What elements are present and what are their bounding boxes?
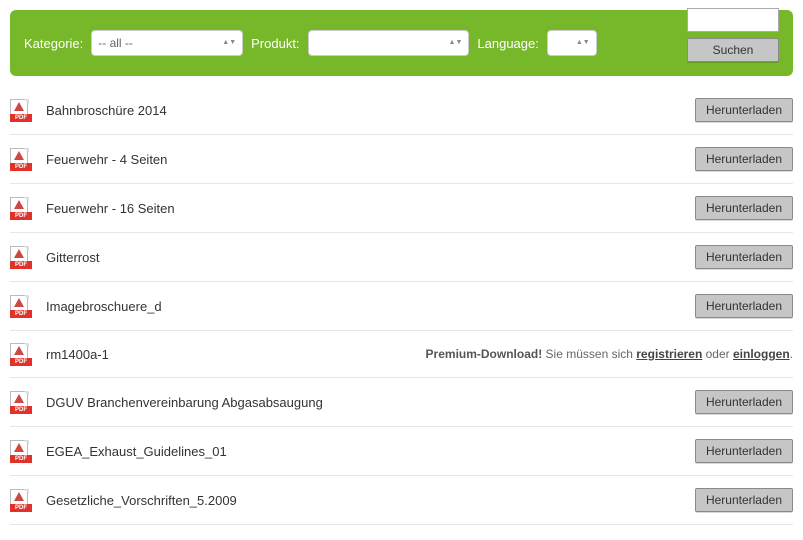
download-button[interactable]: Herunterladen: [695, 439, 793, 463]
pdf-icon: PDF: [10, 440, 30, 462]
login-link[interactable]: einloggen: [733, 347, 790, 361]
product-select[interactable]: ▲▼: [308, 30, 470, 56]
doc-title: Feuerwehr - 4 Seiten: [46, 152, 167, 167]
list-item: PDF Imagebroschuere_d Herunterladen: [10, 282, 793, 331]
list-item: PDF Feuerwehr - 4 Seiten Herunterladen: [10, 135, 793, 184]
download-button[interactable]: Herunterladen: [695, 390, 793, 414]
download-button[interactable]: Herunterladen: [695, 245, 793, 269]
chevron-updown-icon: ▲▼: [449, 40, 463, 46]
download-button[interactable]: Herunterladen: [695, 294, 793, 318]
doc-title: Imagebroschuere_d: [46, 299, 162, 314]
register-link[interactable]: registrieren: [636, 347, 702, 361]
language-select[interactable]: ▲▼: [547, 30, 597, 56]
pdf-icon: PDF: [10, 197, 30, 219]
product-label: Produkt:: [251, 36, 299, 51]
download-button[interactable]: Herunterladen: [695, 196, 793, 220]
pdf-icon: PDF: [10, 148, 30, 170]
filter-bar: Kategorie: -- all -- ▲▼ Produkt: ▲▼ Lang…: [10, 10, 793, 76]
list-item: PDF EGEA_Exhaust_Guidelines_01 Herunterl…: [10, 427, 793, 476]
list-item: PDF Feuerwehr - 16 Seiten Herunterladen: [10, 184, 793, 233]
list-item: PDF Gitterrost Herunterladen: [10, 233, 793, 282]
download-button[interactable]: Herunterladen: [695, 98, 793, 122]
list-item: PDF Bahnbroschüre 2014 Herunterladen: [10, 86, 793, 135]
chevron-updown-icon: ▲▼: [222, 40, 236, 46]
doc-title: DGUV Branchenvereinbarung Abgasabsaugung: [46, 395, 323, 410]
premium-badge: Premium-Download!: [426, 347, 543, 361]
doc-title: Feuerwehr - 16 Seiten: [46, 201, 175, 216]
search-input[interactable]: [687, 8, 779, 32]
pdf-icon: PDF: [10, 391, 30, 413]
category-label: Kategorie:: [24, 36, 83, 51]
pdf-icon: PDF: [10, 246, 30, 268]
doc-title: EGEA_Exhaust_Guidelines_01: [46, 444, 227, 459]
download-button[interactable]: Herunterladen: [695, 147, 793, 171]
pdf-icon: PDF: [10, 343, 30, 365]
pdf-icon: PDF: [10, 489, 30, 511]
search-column: Suchen: [687, 8, 779, 62]
doc-title: Gitterrost: [46, 250, 99, 265]
list-item: PDF DGUV Branchenvereinbarung Abgasabsau…: [10, 378, 793, 427]
pdf-icon: PDF: [10, 295, 30, 317]
chevron-updown-icon: ▲▼: [576, 40, 590, 46]
list-item: PDF rm1400a-1 Premium-Download! Sie müss…: [10, 331, 793, 378]
language-label: Language:: [477, 36, 538, 51]
doc-title: rm1400a-1: [46, 347, 109, 362]
pdf-icon: PDF: [10, 99, 30, 121]
category-select[interactable]: -- all -- ▲▼: [91, 30, 243, 56]
search-button[interactable]: Suchen: [687, 38, 779, 62]
document-list: PDF Bahnbroschüre 2014 Herunterladen PDF…: [10, 86, 793, 525]
doc-title: Bahnbroschüre 2014: [46, 103, 167, 118]
download-button[interactable]: Herunterladen: [695, 488, 793, 512]
list-item: PDF Gesetzliche_Vorschriften_5.2009 Heru…: [10, 476, 793, 525]
premium-message: Premium-Download! Sie müssen sich regist…: [426, 347, 793, 361]
doc-title: Gesetzliche_Vorschriften_5.2009: [46, 493, 237, 508]
